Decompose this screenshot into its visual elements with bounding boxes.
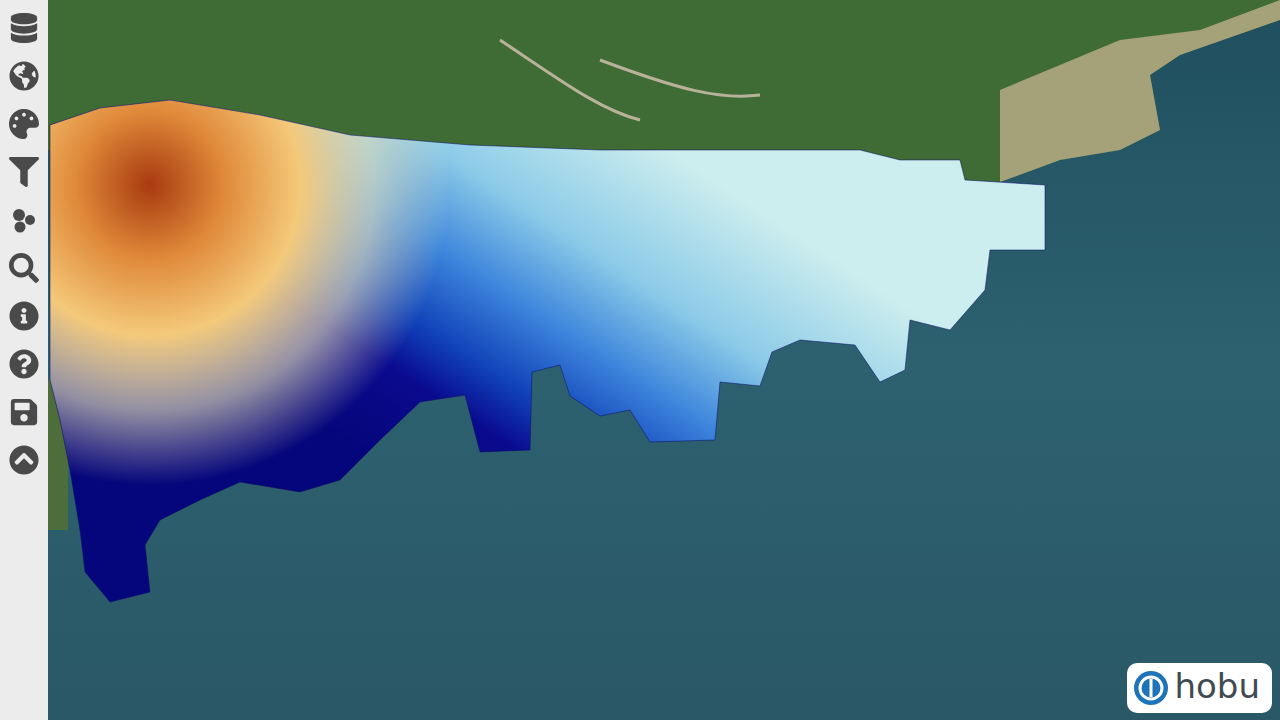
save-icon: [9, 397, 39, 427]
cluster-icon: [9, 205, 39, 235]
info-button[interactable]: [8, 301, 40, 331]
data-button[interactable]: [8, 13, 40, 43]
toolbar: [0, 0, 48, 720]
hobu-logo-icon: [1133, 670, 1169, 706]
search-icon: [9, 253, 39, 283]
viewer: hobu: [0, 0, 1280, 720]
filter-icon: [9, 157, 39, 187]
help-button[interactable]: [8, 349, 40, 379]
chevron-up-icon: [9, 445, 39, 475]
globe-button[interactable]: [8, 61, 40, 91]
ocean: [48, 0, 1280, 720]
filter-button[interactable]: [8, 157, 40, 187]
globe-icon: [9, 61, 39, 91]
palette-icon: [9, 109, 39, 139]
search-button[interactable]: [8, 253, 40, 283]
question-icon: [9, 349, 39, 379]
map-canvas[interactable]: [48, 0, 1280, 720]
logo-text: hobu: [1175, 669, 1260, 707]
cliff: [1000, 0, 1280, 182]
palette-button[interactable]: [8, 109, 40, 139]
save-button[interactable]: [8, 397, 40, 427]
hobu-logo: hobu: [1127, 663, 1272, 713]
info-icon: [9, 301, 39, 331]
map-view[interactable]: hobu: [48, 0, 1280, 720]
database-icon: [9, 13, 39, 43]
collapse-button[interactable]: [8, 445, 40, 475]
point-cloud: [50, 100, 1045, 602]
cluster-button[interactable]: [8, 205, 40, 235]
